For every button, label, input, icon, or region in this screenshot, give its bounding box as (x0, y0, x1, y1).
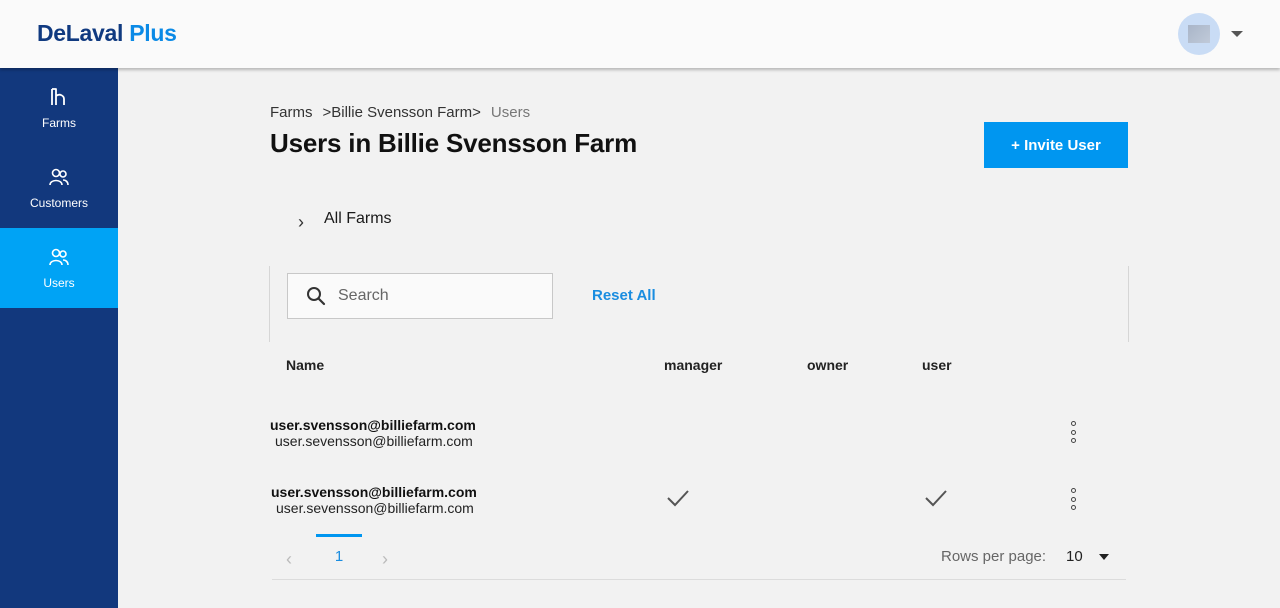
row-email: user.svensson@billiefarm.com (271, 484, 477, 500)
sidebar-item-label: Users (43, 276, 75, 290)
main-content: Farms >Billie Svensson Farm> Users Users… (118, 68, 1280, 608)
column-header-name[interactable]: Name (286, 357, 324, 373)
user-check-icon (925, 490, 947, 507)
avatar-image (1188, 25, 1210, 43)
all-farms-label: All Farms (324, 209, 392, 227)
rows-per-page-label: Rows per page: (941, 548, 1047, 565)
sidebar-item-label: Farms (42, 116, 76, 130)
breadcrumb-farms[interactable]: Farms (270, 104, 313, 121)
page-title: Users in Billie Svensson Farm (270, 128, 638, 158)
previous-page-chevron-icon[interactable]: ‹ (286, 549, 292, 570)
rows-per-page-select[interactable]: 10 (1066, 548, 1109, 565)
row-email: user.svensson@billiefarm.com (270, 417, 476, 433)
users-icon (49, 248, 69, 266)
sidebar-item-customers[interactable]: Customers (0, 148, 118, 228)
column-header-owner[interactable]: owner (807, 357, 848, 373)
row-actions-kebab-icon[interactable] (1067, 488, 1079, 510)
page-number-button[interactable]: 1 (316, 534, 362, 570)
search-input[interactable] (338, 287, 538, 305)
search-icon (307, 287, 326, 306)
column-header-manager[interactable]: manager (664, 357, 722, 373)
breadcrumb-farm[interactable]: >Billie Svensson Farm> (323, 104, 481, 121)
reset-all-link[interactable]: Reset All (592, 287, 656, 304)
all-farms-toggle[interactable]: › All Farms (298, 204, 392, 233)
account-menu-caret-icon[interactable] (1231, 31, 1243, 37)
search-box[interactable] (287, 273, 553, 319)
sidebar: Farms Customers Users (0, 68, 118, 608)
customers-icon (49, 168, 69, 186)
table-row: user.svensson@billiefarm.com user.sevens… (270, 417, 476, 449)
app-logo[interactable]: DeLaval Plus (37, 20, 177, 47)
farm-icon (51, 88, 65, 105)
logo-text-plus: Plus (129, 20, 177, 46)
manager-check-icon (667, 490, 689, 507)
column-header-user[interactable]: user (922, 357, 952, 373)
sidebar-item-users[interactable]: Users (0, 228, 118, 308)
breadcrumb: Farms >Billie Svensson Farm> Users (270, 104, 530, 121)
caret-down-icon (1098, 553, 1109, 560)
user-avatar[interactable] (1178, 13, 1220, 55)
row-sub-email: user.sevensson@billiefarm.com (276, 500, 474, 516)
sidebar-item-farms[interactable]: Farms (0, 68, 118, 148)
chevron-right-icon: › (298, 212, 304, 232)
top-bar: DeLaval Plus (0, 0, 1280, 68)
row-sub-email: user.sevensson@billiefarm.com (275, 433, 473, 449)
filter-panel: Reset All (269, 266, 1129, 342)
divider (272, 579, 1126, 580)
logo-text-delaval: DeLaval (37, 20, 124, 46)
table-row: user.svensson@billiefarm.com user.sevens… (271, 484, 477, 516)
invite-user-button[interactable]: + Invite User (984, 122, 1128, 168)
breadcrumb-current: Users (490, 104, 531, 121)
sidebar-item-label: Customers (29, 196, 88, 210)
row-actions-kebab-icon[interactable] (1067, 421, 1079, 443)
next-page-chevron-icon[interactable]: › (382, 549, 388, 570)
rows-per-page-value: 10 (1066, 548, 1083, 565)
